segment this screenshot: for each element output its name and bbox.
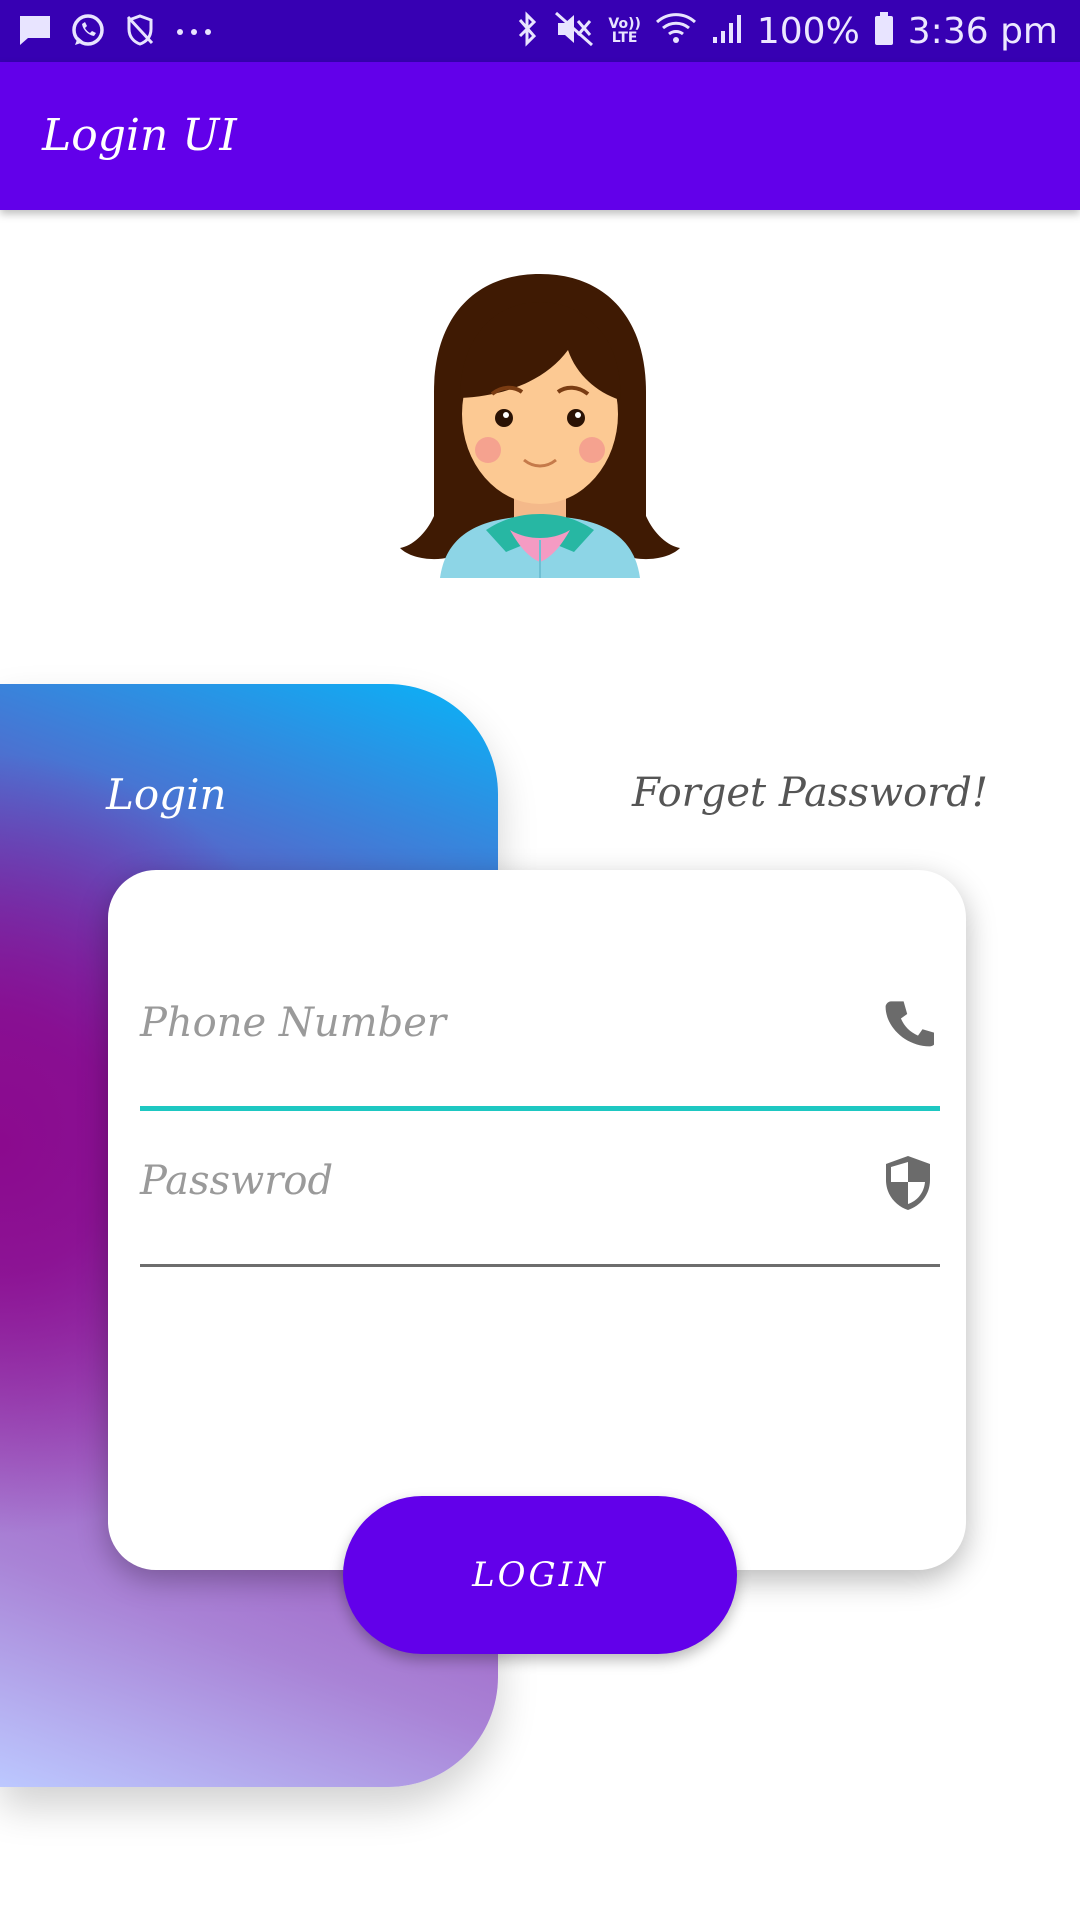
tab-login[interactable]: Login (106, 770, 227, 819)
system-icons: Vo)) LTE 100% 3:36 pm (516, 8, 1058, 54)
message-icon (18, 14, 52, 50)
wifi-icon (655, 12, 697, 50)
phone-number-placeholder: Phone Number (140, 1000, 446, 1046)
more-dots-icon (174, 23, 214, 42)
phone-number-field[interactable]: Phone Number (140, 996, 940, 1111)
mute-icon (554, 11, 594, 51)
password-placeholder: Passwrod (140, 1158, 334, 1204)
shield-off-icon (124, 13, 156, 51)
notification-icons (18, 12, 214, 52)
login-button[interactable]: LOGIN (343, 1496, 737, 1654)
tab-forget-password[interactable]: Forget Password! (632, 770, 988, 816)
volte-icon: Vo)) LTE (608, 17, 640, 45)
volte-bottom-label: LTE (611, 30, 638, 46)
login-card: Phone Number Passwrod (108, 870, 966, 1570)
volte-top-label: Vo)) (608, 16, 641, 32)
password-underline (140, 1264, 940, 1267)
phone-number-underline (140, 1106, 940, 1111)
signal-icon (711, 13, 743, 49)
battery-icon (874, 12, 894, 50)
avatar (400, 268, 680, 578)
whatsapp-icon (70, 12, 106, 52)
status-bar: Vo)) LTE 100% 3:36 pm (0, 0, 1080, 62)
password-field[interactable]: Passwrod (140, 1154, 940, 1267)
clock: 3:36 pm (907, 10, 1058, 52)
battery-percent: 100% (756, 10, 860, 52)
security-shield-icon (882, 1154, 934, 1210)
app-title: Login UI (42, 110, 237, 161)
phone-icon (882, 996, 936, 1052)
bluetooth-icon (516, 10, 540, 52)
app-bar: Login UI (0, 62, 1080, 210)
